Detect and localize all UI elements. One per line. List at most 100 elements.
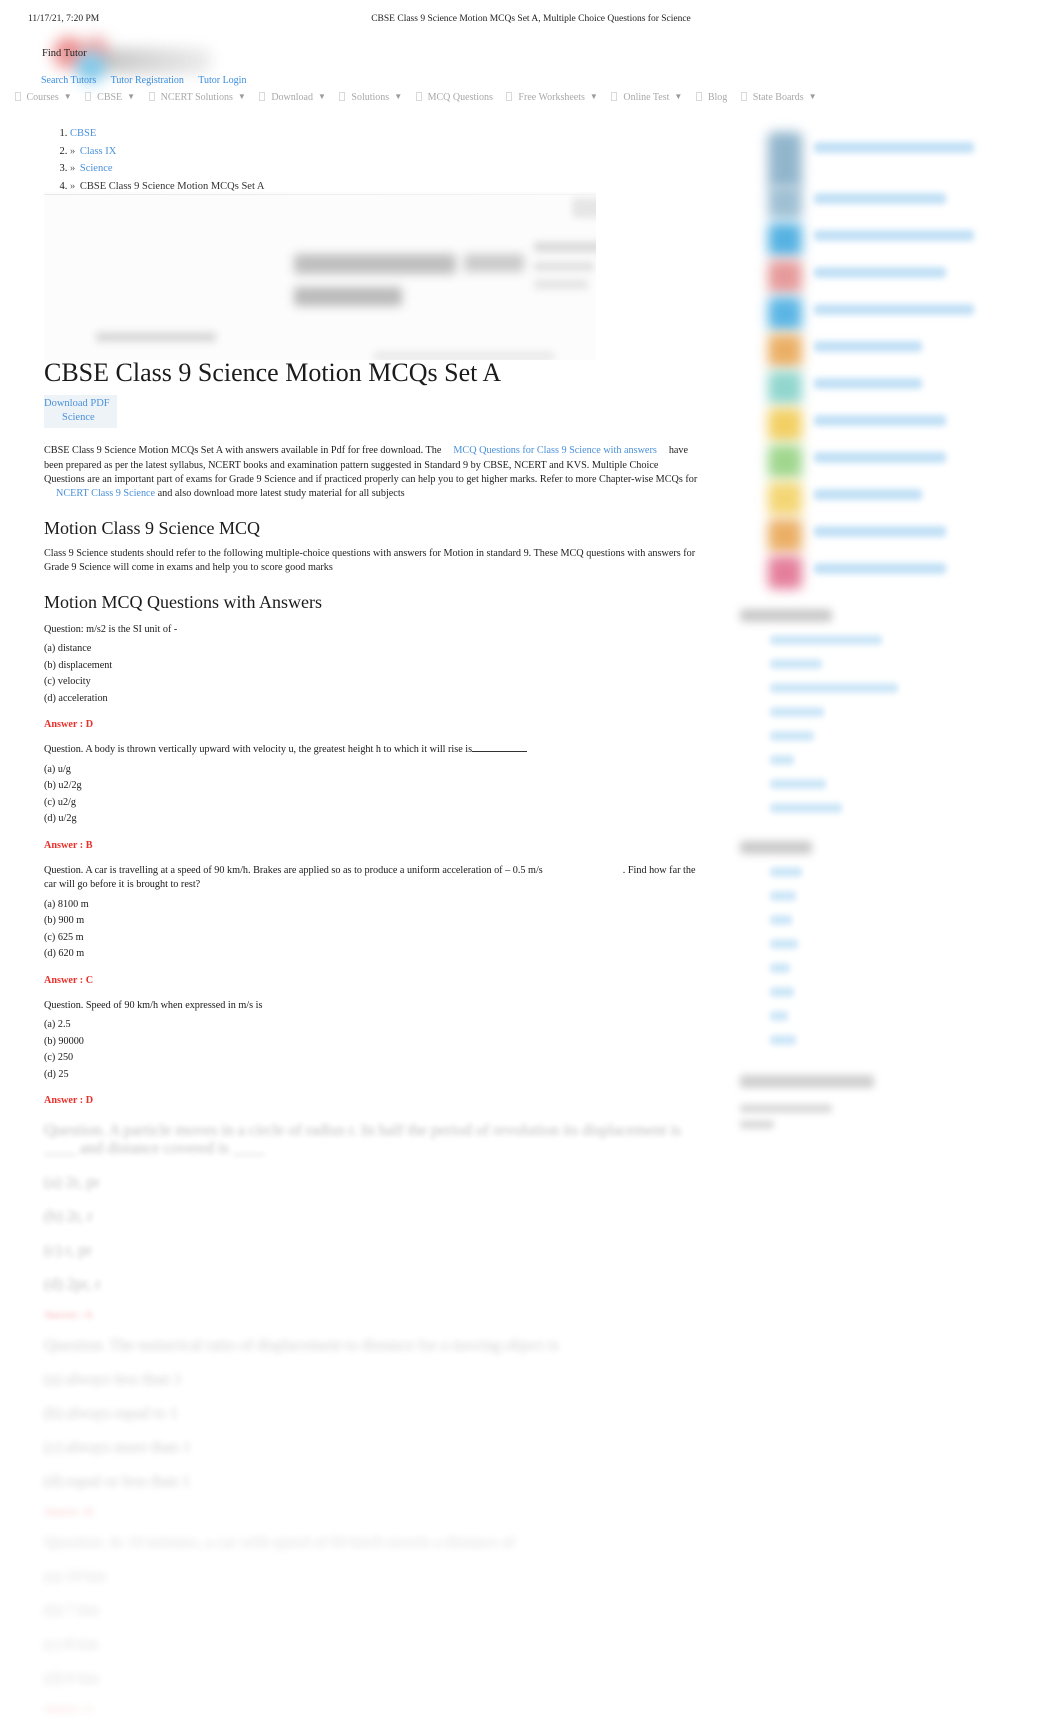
question-option: (d) acceleration xyxy=(44,692,108,704)
chevron-down-icon: ▼ xyxy=(127,92,136,101)
sidebar-footer-heading xyxy=(736,1071,1036,1101)
sidebar-link[interactable] xyxy=(736,959,1036,983)
sidebar-related-item[interactable] xyxy=(736,221,1036,258)
question-option: (c) 8 km xyxy=(44,1636,99,1654)
nav-bullet-icon xyxy=(148,92,155,101)
find-tutor-label: Find Tutor xyxy=(42,48,87,59)
sidebar-link[interactable] xyxy=(736,887,1036,911)
sidebar-link[interactable] xyxy=(736,775,1036,799)
ncert-class-9-science-link[interactable]: NCERT Class 9 Science xyxy=(56,488,155,499)
sidebar-related-item[interactable] xyxy=(736,369,1036,406)
question-option: (b) 900 m xyxy=(44,915,85,927)
question-option: (a) 2.5 xyxy=(44,1019,71,1031)
question-option: (c) r, pr xyxy=(44,1242,92,1260)
article-content: CBSE Class 9 Science Motion MCQs Set A D… xyxy=(44,358,698,1728)
nav-bullet-icon xyxy=(339,92,346,101)
sidebar-thumbnail xyxy=(768,519,802,552)
question-option: (d) 620 m xyxy=(44,948,85,960)
sidebar-thumbnail xyxy=(768,223,802,256)
answer-text: Answer : B xyxy=(44,839,93,851)
banner-headline xyxy=(294,254,456,274)
sidebar-link[interactable] xyxy=(736,679,1036,703)
nav-item-online-test[interactable]: Online Test ▼ xyxy=(611,92,682,103)
sidebar-related-item[interactable] xyxy=(736,295,1036,332)
question-option: (c) always more than 1 xyxy=(44,1439,191,1457)
question-block-3: Question. A car is travelling at a speed… xyxy=(44,864,698,962)
sidebar-item-label xyxy=(814,378,922,389)
sidebar-related-item[interactable] xyxy=(736,332,1036,369)
nav-bullet-icon xyxy=(85,92,92,101)
fill-in-blank xyxy=(472,743,528,753)
sidebar-item-label xyxy=(814,489,922,500)
sidebar-item-label xyxy=(814,193,946,204)
nav-bullet-icon xyxy=(14,92,21,101)
answer-text: Answer : A xyxy=(44,1704,93,1716)
sidebar-link[interactable] xyxy=(736,631,1036,655)
tutor-registration-link[interactable]: Tutor Registration xyxy=(111,75,184,86)
sidebar-link[interactable] xyxy=(736,655,1036,679)
banner-advertisement[interactable] xyxy=(44,192,596,360)
sidebar-footer-line xyxy=(736,1101,1036,1117)
question-option: (a) 8100 m xyxy=(44,898,89,910)
question-option: (c) 625 m xyxy=(44,931,84,943)
sidebar-link[interactable] xyxy=(736,1007,1036,1031)
sidebar-related-item[interactable] xyxy=(736,554,1036,591)
search-tutors-link[interactable]: Search Tutors xyxy=(41,75,96,86)
sidebar-link[interactable] xyxy=(736,751,1036,775)
breadcrumb-link[interactable]: Class IX xyxy=(80,146,116,157)
sidebar-item-label xyxy=(814,304,974,315)
sidebar-link[interactable] xyxy=(736,935,1036,959)
nav-item-free-worksheets[interactable]: Free Worksheets ▼ xyxy=(506,92,598,103)
nav-item-ncert-solutions[interactable]: NCERT Solutions ▼ xyxy=(148,92,246,103)
breadcrumb-item-cbse[interactable]: CBSE xyxy=(70,128,265,140)
nav-item-mcq-questions[interactable]: MCQ Questions xyxy=(415,92,493,103)
breadcrumb-link[interactable]: Science xyxy=(80,163,113,174)
sidebar-related-item[interactable] xyxy=(736,443,1036,480)
breadcrumb-item-class-ix[interactable]: » Class IX xyxy=(70,146,265,158)
nav-item-courses[interactable]: Courses ▼ xyxy=(14,92,72,103)
breadcrumb-separator: » xyxy=(70,180,76,192)
sidebar-item-label xyxy=(814,415,946,426)
sidebar-related-item[interactable] xyxy=(736,184,1036,221)
nav-item-cbse[interactable]: CBSE ▼ xyxy=(85,92,135,103)
question-option: (a) 2r, pr xyxy=(44,1174,100,1192)
tutor-login-link[interactable]: Tutor Login xyxy=(198,75,246,86)
question-option: (b) 90000 xyxy=(44,1035,84,1047)
nav-label: Download xyxy=(271,92,313,103)
sidebar-related-item[interactable] xyxy=(736,132,1036,188)
page-title: CBSE Class 9 Science Motion MCQs Set A xyxy=(44,358,502,387)
breadcrumb: CBSE » Class IX » Science » CBSE Class 9… xyxy=(44,128,265,198)
question-block-4: Question. Speed of 90 km/h when expresse… xyxy=(44,999,698,1082)
nav-bullet-icon xyxy=(611,92,618,101)
sidebar-related-item[interactable] xyxy=(736,258,1036,295)
banner-close-icon[interactable] xyxy=(572,198,596,218)
sidebar-link[interactable] xyxy=(736,727,1036,751)
sidebar-link[interactable] xyxy=(736,703,1036,727)
sidebar-link[interactable] xyxy=(736,863,1036,887)
sidebar-related-item[interactable] xyxy=(736,406,1036,443)
sidebar-thumbnail xyxy=(768,482,802,515)
breadcrumb-item-science[interactable]: » Science xyxy=(70,163,265,175)
banner-side-text-1 xyxy=(534,242,596,252)
question-option: (d) 25 xyxy=(44,1068,69,1080)
nav-item-blog[interactable]: Blog xyxy=(695,92,727,103)
sidebar-link[interactable] xyxy=(736,911,1036,935)
nav-item-state-boards[interactable]: State Boards ▼ xyxy=(740,92,817,103)
answer-text: Answer : D xyxy=(44,719,94,731)
print-page-title: CBSE Class 9 Science Motion MCQs Set A, … xyxy=(371,14,691,24)
download-pdf-subject-link[interactable]: Science xyxy=(44,411,110,425)
nav-item-download[interactable]: Download ▼ xyxy=(259,92,326,103)
sidebar-link[interactable] xyxy=(736,983,1036,1007)
question-option: (b) 7 km xyxy=(44,1602,100,1620)
sidebar-related-item[interactable] xyxy=(736,480,1036,517)
mcq-questions-link[interactable]: MCQ Questions for Class 9 Science with a… xyxy=(453,445,656,456)
question-option: (d) 2pr, r xyxy=(44,1276,101,1294)
download-pdf-link[interactable]: Download PDF xyxy=(44,397,110,411)
sidebar-link[interactable] xyxy=(736,1031,1036,1055)
breadcrumb-link[interactable]: CBSE xyxy=(70,128,96,139)
sidebar-item-label xyxy=(814,142,974,153)
question-text: Question. A car is travelling at a speed… xyxy=(44,864,698,893)
sidebar-link[interactable] xyxy=(736,799,1036,823)
nav-item-solutions[interactable]: Solutions ▼ xyxy=(339,92,402,103)
sidebar-related-item[interactable] xyxy=(736,517,1036,554)
